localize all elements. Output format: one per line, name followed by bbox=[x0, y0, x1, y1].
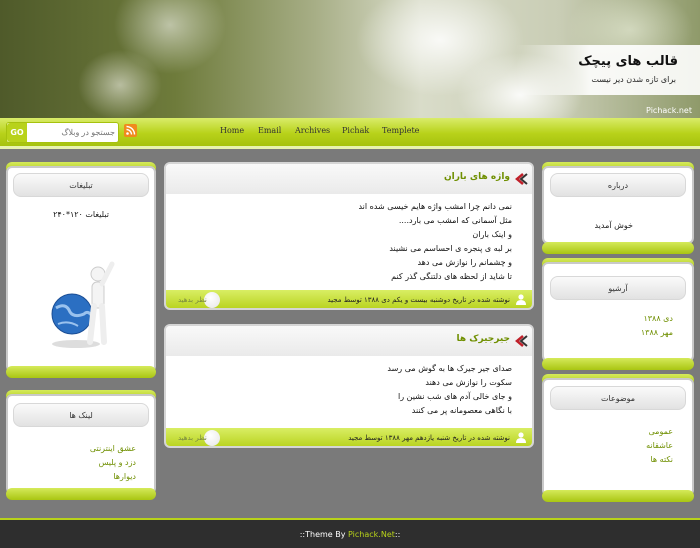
post-title[interactable]: واژه های باران bbox=[444, 172, 510, 182]
nav-pichak[interactable]: Pichak bbox=[342, 126, 369, 135]
nav-email[interactable]: Email bbox=[258, 126, 281, 135]
post: واژه های باران نمی دانم چرا امشب واژه ها… bbox=[164, 162, 534, 310]
page-footer: ::Theme By Pichack.Net:: bbox=[0, 518, 700, 548]
ad-banner-text: تبلیغات ۱۲۰*۲۴۰ bbox=[53, 210, 109, 219]
rss-icon[interactable] bbox=[124, 124, 137, 137]
archive-title: آرشیو bbox=[550, 276, 686, 300]
post-arrow-icon bbox=[515, 173, 528, 185]
title-strip bbox=[516, 45, 700, 95]
post-title[interactable]: جیرجیرک ها bbox=[457, 334, 511, 344]
links-title: لینک ها bbox=[13, 403, 149, 427]
post-line: نمی دانم چرا امشب واژه هایم خیسی شده اند bbox=[358, 202, 512, 211]
archive-item[interactable]: مهر ۱۳۸۸ bbox=[641, 328, 673, 337]
footer-prefix: ::Theme By bbox=[299, 530, 349, 539]
nav-templete[interactable]: Templete bbox=[382, 126, 419, 135]
link-item[interactable]: دزد و پلیس bbox=[99, 458, 136, 467]
comment-link[interactable]: نظر بدهید bbox=[178, 296, 207, 304]
topic-item[interactable]: عمومی bbox=[649, 427, 673, 436]
credit-link[interactable]: Pichack.net bbox=[646, 106, 692, 115]
topics-title: موضوعات bbox=[550, 386, 686, 410]
search-box: GO bbox=[6, 122, 119, 143]
post-line: و اینک باران bbox=[472, 230, 512, 239]
nav-archives[interactable]: Archives bbox=[295, 126, 330, 135]
about-greenbar-bottom bbox=[542, 242, 694, 254]
topics-greenbar-bottom bbox=[542, 490, 694, 502]
link-item[interactable]: دیوارها bbox=[113, 472, 136, 481]
post-line: بر لبه ی پنجره ی احساسم می نشیند bbox=[389, 244, 512, 253]
ads-greenbar-bottom bbox=[6, 366, 156, 378]
post-line: و چشمانم را نوازش می دهد bbox=[417, 258, 512, 267]
post-arrow-icon bbox=[515, 335, 528, 347]
post: جیرجیرک ها صدای جیر جیرک ها به گوش می رس… bbox=[164, 324, 534, 448]
topic-item[interactable]: عاشقانه bbox=[646, 441, 673, 450]
ads-title: تبلیغات bbox=[13, 173, 149, 197]
footer-brand-link[interactable]: Pichack.Net bbox=[348, 530, 395, 539]
site-description: برای تازه شدن دیر نیست bbox=[591, 75, 676, 84]
user-icon bbox=[516, 432, 526, 443]
nav-home[interactable]: Home bbox=[220, 126, 244, 135]
topic-item[interactable]: نکته ها bbox=[650, 455, 673, 464]
post-footer: نوشته شده در تاریخ شنبه یازدهم مهر ۱۳۸۸ … bbox=[166, 428, 532, 446]
links-greenbar-bottom bbox=[6, 488, 156, 500]
post-line: سکوت را نوازش می دهند bbox=[425, 378, 512, 387]
comment-link[interactable]: نظر بدهید bbox=[178, 434, 207, 442]
footer-credit: ::Theme By Pichack.Net:: bbox=[0, 530, 700, 539]
search-go-button[interactable]: GO bbox=[7, 123, 27, 142]
about-title: درباره bbox=[550, 173, 686, 197]
globe-man-icon bbox=[51, 261, 115, 348]
site-title[interactable]: قالب های پیچک bbox=[578, 54, 678, 69]
about-text: خوش آمدید bbox=[594, 221, 633, 230]
header-banner: قالب های پیچک برای تازه شدن دیر نیست Pic… bbox=[0, 0, 700, 118]
post-footer: نوشته شده در تاریخ دوشنبه بیست و یکم دی … bbox=[166, 290, 532, 308]
post-line: صدای جیر جیرک ها به گوش می رسد bbox=[387, 364, 512, 373]
archive-item[interactable]: دی ۱۳۸۸ bbox=[643, 314, 673, 323]
link-item[interactable]: عشق اینترنتی bbox=[90, 444, 136, 453]
archive-greenbar-bottom bbox=[542, 358, 694, 370]
post-meta: نوشته شده در تاریخ شنبه یازدهم مهر ۱۳۸۸ … bbox=[348, 434, 510, 442]
search-input[interactable] bbox=[29, 125, 115, 139]
post-line: و جای خالی آدم های شب نشین را bbox=[398, 392, 512, 401]
user-icon bbox=[516, 294, 526, 305]
ad-banner[interactable]: تبلیغات ۱۲۰*۲۴۰ bbox=[46, 206, 116, 354]
post-line: با نگاهی معصومانه پر می کنند bbox=[411, 406, 512, 415]
post-meta: نوشته شده در تاریخ دوشنبه بیست و یکم دی … bbox=[327, 296, 510, 304]
post-line: تا شاید از لحظه های دلتنگی گذر کنم bbox=[391, 272, 512, 281]
post-line: مثل آسمانی که امشب می بارد.... bbox=[398, 216, 512, 225]
footer-suffix: :: bbox=[394, 530, 401, 539]
nav-bar: GO Home Email Archives Pichak Templete bbox=[0, 118, 700, 149]
